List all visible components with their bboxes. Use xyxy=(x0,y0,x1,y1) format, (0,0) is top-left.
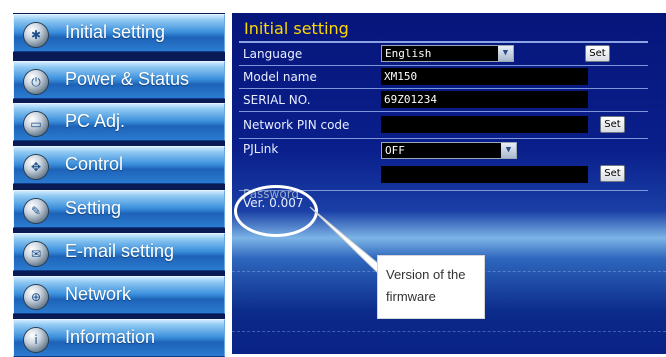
callout-box: Version of the firmware xyxy=(377,255,485,319)
sidebar-nav: ✱ Initial setting ⏻ Power & Status ▭ PC … xyxy=(13,13,225,357)
nav-item-label: PC Adj. xyxy=(65,111,126,131)
chevron-down-icon[interactable]: ▼ xyxy=(498,46,513,61)
row-serial-no: SERIAL NO. 69Z01234 xyxy=(239,88,648,112)
nav-item-initial-setting[interactable]: ✱ Initial setting xyxy=(13,14,225,52)
chevron-down-icon[interactable]: ▼ xyxy=(501,143,516,158)
model-name-field: XM150 xyxy=(381,68,588,85)
pjlink-select[interactable]: OFF ▼ xyxy=(381,142,517,159)
row-pjlink: PJLink OFF ▼ Set xyxy=(239,138,648,191)
language-select-value: English xyxy=(385,47,432,60)
nav-item-power-status[interactable]: ⏻ Power & Status xyxy=(13,61,225,99)
language-select[interactable]: English ▼ xyxy=(381,45,514,62)
password-set-button[interactable]: Set xyxy=(600,165,625,182)
callout-highlight xyxy=(234,185,318,237)
nav-item-pc-adj[interactable]: ▭ PC Adj. xyxy=(13,103,225,141)
model-name-label: Model name xyxy=(239,65,381,89)
nav-item-email-setting[interactable]: ✉ E-mail setting xyxy=(13,233,225,271)
language-label: Language xyxy=(239,43,381,66)
power-icon: ⏻ xyxy=(24,70,48,94)
password-input[interactable] xyxy=(381,166,588,183)
row-model-name: Model name XM150 xyxy=(239,65,648,89)
network-pin-set-button[interactable]: Set xyxy=(600,116,625,133)
language-set-button[interactable]: Set xyxy=(585,45,610,62)
nav-item-label: Control xyxy=(65,154,124,174)
directional-pad-icon: ✥ xyxy=(24,155,48,179)
network-icon: ⊕ xyxy=(24,285,48,309)
nav-item-label: E-mail setting xyxy=(65,241,175,261)
callout-line-1: Version of the xyxy=(386,267,466,282)
nav-item-label: Power & Status xyxy=(65,69,190,89)
settings-icon: ✱ xyxy=(24,23,48,47)
network-pin-label: Network PIN code xyxy=(239,111,381,139)
nav-item-label: Network xyxy=(65,284,132,304)
nav-item-label: Initial setting xyxy=(65,22,166,42)
envelope-icon: ✉ xyxy=(24,242,48,266)
network-pin-input[interactable] xyxy=(381,116,588,133)
nav-item-network[interactable]: ⊕ Network xyxy=(13,276,225,314)
serial-no-label: SERIAL NO. xyxy=(239,88,381,112)
nav-item-label: Information xyxy=(65,327,156,347)
page-title: Initial setting xyxy=(244,19,349,38)
nav-item-control[interactable]: ✥ Control xyxy=(13,146,225,184)
main-panel: Initial setting Language English ▼ Set M… xyxy=(232,13,666,354)
row-language: Language English ▼ Set xyxy=(239,43,648,66)
monitor-icon: ▭ xyxy=(24,112,48,136)
nav-item-label: Setting xyxy=(65,198,122,218)
callout-line-2: firmware xyxy=(386,289,436,304)
serial-no-field: 69Z01234 xyxy=(381,91,588,108)
nav-item-setting[interactable]: ✎ Setting xyxy=(13,190,225,228)
wrench-icon: ✎ xyxy=(24,199,48,223)
nav-item-information[interactable]: i Information xyxy=(13,319,225,357)
settings-table: Language English ▼ Set Model name XM150 … xyxy=(239,43,648,191)
info-icon: i xyxy=(24,328,48,352)
decorative-line xyxy=(232,331,666,334)
pjlink-select-value: OFF xyxy=(385,144,405,157)
row-network-pin: Network PIN code Set xyxy=(239,111,648,139)
pjlink-label: PJLink xyxy=(243,142,279,156)
